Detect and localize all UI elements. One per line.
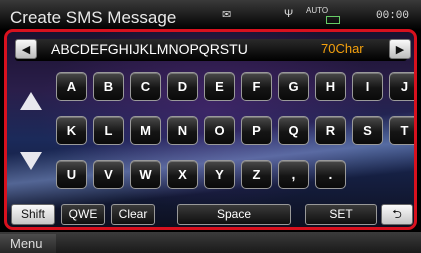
cursor-right-button[interactable]: ▶ xyxy=(389,39,411,59)
cursor-left-icon: ◀ xyxy=(21,44,31,56)
key-j[interactable]: J xyxy=(389,72,414,101)
key-k[interactable]: K xyxy=(56,116,87,145)
key-a[interactable]: A xyxy=(56,72,87,101)
key-p[interactable]: P xyxy=(241,116,272,145)
key-u[interactable]: U xyxy=(56,160,87,189)
key-x[interactable]: X xyxy=(167,160,198,189)
key-v[interactable]: V xyxy=(93,160,124,189)
key-l[interactable]: L xyxy=(93,116,124,145)
key-d[interactable]: D xyxy=(167,72,198,101)
clock: 00:00 xyxy=(376,10,410,22)
key-c[interactable]: C xyxy=(130,72,161,101)
key-n[interactable]: N xyxy=(167,116,198,145)
return-button[interactable]: ⮌ xyxy=(381,204,413,225)
status-icons: ✉ Ψ AUTO xyxy=(222,6,342,26)
key-s[interactable]: S xyxy=(352,116,383,145)
space-button[interactable]: Space xyxy=(177,204,291,225)
scroll-down-icon[interactable] xyxy=(20,152,42,170)
shift-button[interactable]: Shift xyxy=(11,204,55,225)
key-period[interactable]: . xyxy=(315,160,346,189)
key-b[interactable]: B xyxy=(93,72,124,101)
cursor-left-button[interactable]: ◀ xyxy=(15,39,37,59)
cursor-right-icon: ▶ xyxy=(395,44,405,56)
antenna-icon: Ψ xyxy=(284,8,294,20)
battery-icon xyxy=(326,16,340,24)
title-bar: Create SMS Message ✉ Ψ AUTO 00:00 xyxy=(0,0,421,30)
clear-button[interactable]: Clear xyxy=(111,204,155,225)
set-button[interactable]: SET xyxy=(305,204,377,225)
key-comma[interactable]: , xyxy=(278,160,309,189)
envelope-icon: ✉ xyxy=(222,9,232,21)
message-text: ABCDEFGHIJKLMNOPQRSTU xyxy=(51,41,248,57)
key-m[interactable]: M xyxy=(130,116,161,145)
scroll-up-icon[interactable] xyxy=(20,92,42,110)
key-w[interactable]: W xyxy=(130,160,161,189)
key-q[interactable]: Q xyxy=(278,116,309,145)
key-y[interactable]: Y xyxy=(204,160,235,189)
auto-label: AUTO xyxy=(306,6,329,15)
key-r[interactable]: R xyxy=(315,116,346,145)
page-title: Create SMS Message xyxy=(10,8,177,27)
qwe-button[interactable]: QWE xyxy=(61,204,105,225)
menu-button[interactable]: Menu xyxy=(0,234,56,253)
key-i[interactable]: I xyxy=(352,72,383,101)
char-count: 70Char xyxy=(321,41,364,56)
key-f[interactable]: F xyxy=(241,72,272,101)
key-o[interactable]: O xyxy=(204,116,235,145)
key-z[interactable]: Z xyxy=(241,160,272,189)
menu-bar: Menu xyxy=(0,232,421,253)
keyboard-panel: ◀ ABCDEFGHIJKLMNOPQRSTU 70Char ▶ A B C D… xyxy=(4,29,417,230)
key-h[interactable]: H xyxy=(315,72,346,101)
key-g[interactable]: G xyxy=(278,72,309,101)
return-icon: ⮌ xyxy=(392,207,402,221)
key-e[interactable]: E xyxy=(204,72,235,101)
key-t[interactable]: T xyxy=(389,116,414,145)
